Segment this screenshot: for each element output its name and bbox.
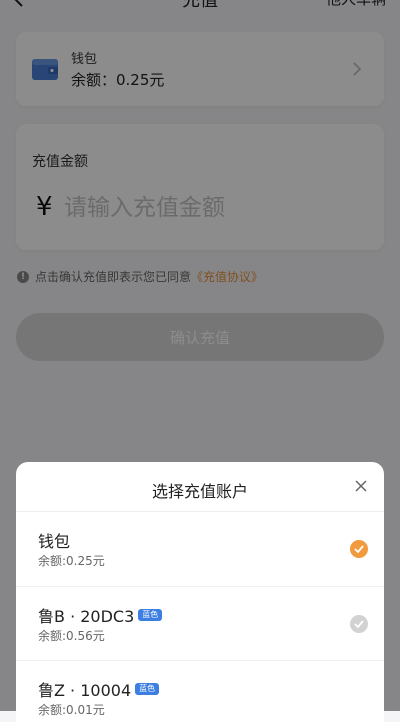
account-name-text: 鲁B · 20DC3 bbox=[38, 607, 135, 626]
plate-color-badge: 蓝色 bbox=[135, 683, 160, 695]
account-balance: 余额:0.01元 bbox=[38, 703, 105, 717]
account-item-vehicle[interactable]: 鲁Z · 10004 蓝色 余额:0.01元 bbox=[16, 660, 384, 722]
select-account-sheet: 选择充值账户 钱包 余额:0.25元 鲁B · 20DC3 蓝色 余额:0.56… bbox=[16, 462, 384, 722]
account-name: 鲁Z · 10004 蓝色 bbox=[38, 677, 160, 701]
plate-color-badge: 蓝色 bbox=[138, 609, 163, 621]
account-balance: 余额:0.25元 bbox=[38, 554, 105, 568]
account-name: 鲁B · 20DC3 蓝色 bbox=[38, 603, 163, 627]
unselected-check-icon bbox=[350, 615, 368, 633]
account-balance: 余额:0.56元 bbox=[38, 629, 105, 643]
account-item-vehicle[interactable]: 鲁B · 20DC3 蓝色 余额:0.56元 bbox=[16, 586, 384, 661]
selected-check-icon bbox=[350, 540, 368, 558]
account-name-text: 鲁Z · 10004 bbox=[38, 681, 132, 700]
account-name-text: 钱包 bbox=[38, 532, 71, 551]
account-item-wallet[interactable]: 钱包 余额:0.25元 bbox=[16, 512, 384, 586]
account-name: 钱包 bbox=[38, 528, 70, 552]
close-icon[interactable] bbox=[354, 479, 368, 493]
sheet-title: 选择充值账户 bbox=[151, 482, 248, 501]
